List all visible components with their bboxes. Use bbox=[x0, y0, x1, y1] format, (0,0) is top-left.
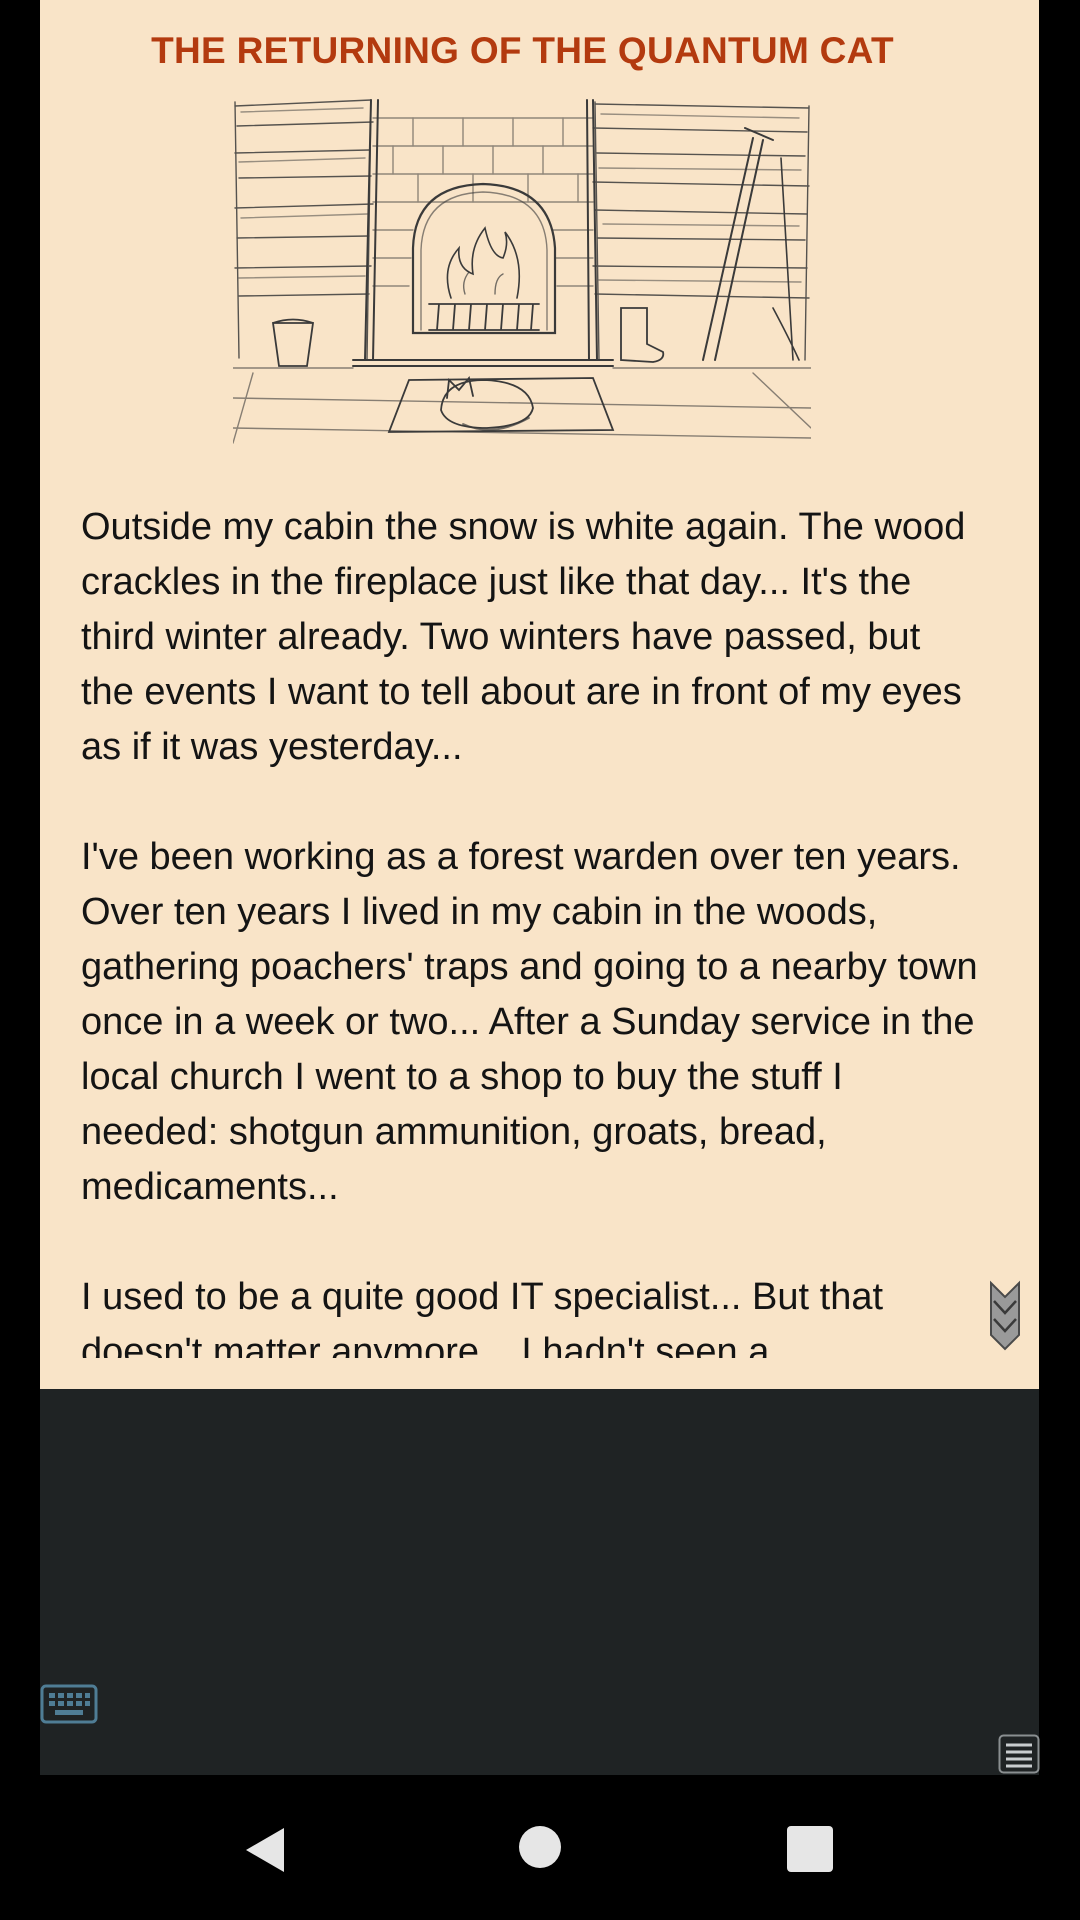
flames bbox=[446, 226, 521, 299]
story-panel[interactable]: THE RETURNING OF THE QUANTUM CAT Outside… bbox=[40, 0, 1039, 1389]
story-title: THE RETURNING OF THE QUANTUM CAT bbox=[151, 30, 894, 71]
grate bbox=[428, 303, 540, 331]
story-paragraph: I've been working as a forest warden ove… bbox=[81, 836, 978, 1208]
story-paragraph: Outside my cabin the snow is white again… bbox=[81, 506, 966, 768]
system-nav-bar bbox=[0, 1775, 1080, 1920]
chimney-bricks bbox=[372, 117, 594, 287]
bucket bbox=[271, 318, 315, 367]
rifle bbox=[702, 127, 774, 361]
sleeping-cat bbox=[440, 376, 534, 431]
screen: THE RETURNING OF THE QUANTUM CAT Outside… bbox=[0, 0, 1080, 1920]
boots bbox=[620, 307, 665, 363]
double-chevron-down-icon[interactable] bbox=[988, 1279, 1022, 1353]
story-text: Outside my cabin the snow is white again… bbox=[81, 500, 981, 1358]
keyboard-icon[interactable] bbox=[40, 1684, 98, 1724]
recents-square-icon[interactable] bbox=[786, 1825, 834, 1873]
input-area[interactable] bbox=[40, 1389, 1040, 1775]
menu-icon[interactable] bbox=[998, 1734, 1040, 1774]
fireplace-illustration bbox=[233, 99, 811, 444]
back-triangle-icon[interactable] bbox=[240, 1825, 290, 1875]
right-wall bbox=[592, 101, 810, 361]
fireplace-arch bbox=[411, 182, 557, 335]
story-paragraph: I used to be a quite good IT specialist.… bbox=[81, 1276, 884, 1358]
home-circle-icon[interactable] bbox=[518, 1825, 562, 1869]
rug bbox=[387, 377, 615, 433]
